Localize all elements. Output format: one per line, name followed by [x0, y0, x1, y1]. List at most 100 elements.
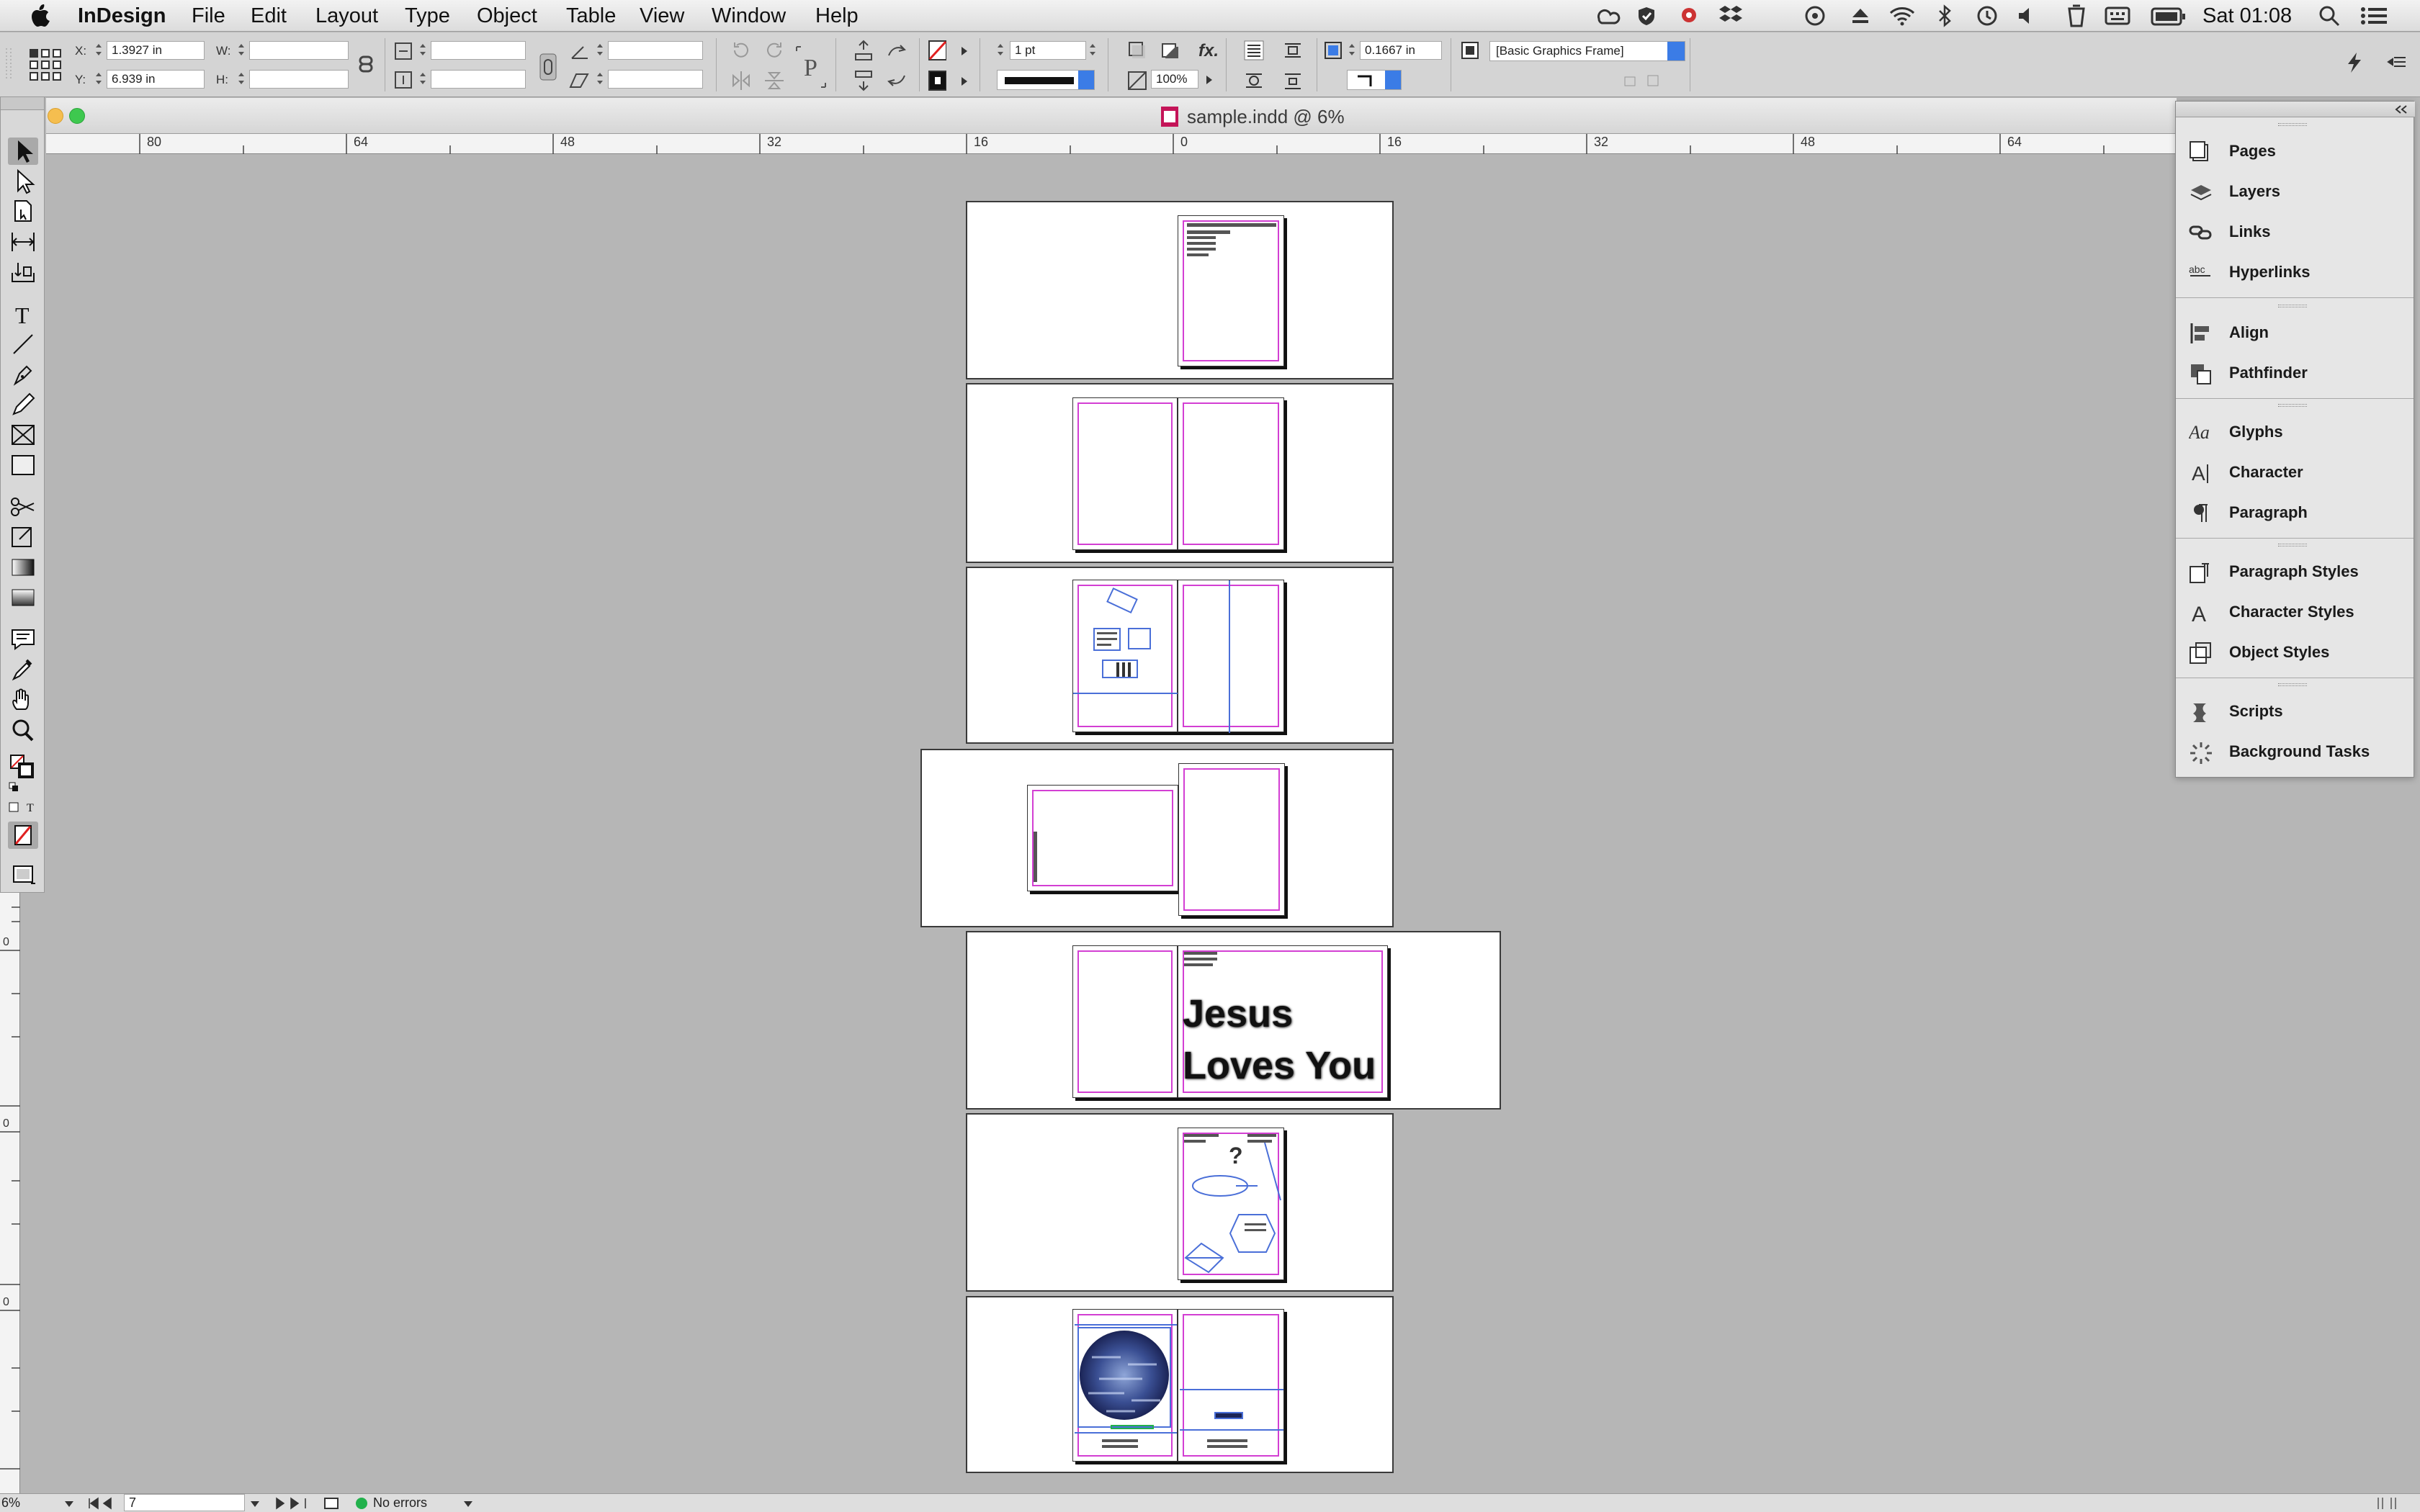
gap-tool[interactable]: [8, 228, 38, 256]
zoom-dropdown-icon[interactable]: [63, 1500, 75, 1508]
hand-tool[interactable]: [8, 686, 38, 714]
y-position-field[interactable]: 6.939 in: [107, 70, 205, 89]
flip-horizontal-icon[interactable]: [730, 70, 752, 91]
spotlight-search-icon[interactable]: [2318, 4, 2341, 27]
battery-icon[interactable]: [2151, 7, 2187, 26]
object-style-select[interactable]: [Basic Graphics Frame]: [1489, 41, 1685, 61]
spread-1[interactable]: [966, 201, 1394, 379]
page-1[interactable]: [1178, 215, 1284, 366]
panel-background-tasks[interactable]: Background Tasks: [2176, 732, 2414, 773]
corner-shape-select[interactable]: [1347, 70, 1402, 90]
spread-6[interactable]: ?: [966, 1113, 1394, 1292]
default-swatches-icon[interactable]: [8, 780, 38, 796]
scale-y-stepper[interactable]: [418, 70, 428, 89]
panel-object-styles[interactable]: Object Styles: [2176, 633, 2414, 673]
eject-icon[interactable]: [1851, 7, 1870, 24]
first-page-icon[interactable]: [86, 1497, 115, 1510]
pencil-tool[interactable]: [8, 391, 38, 418]
app-menu[interactable]: InDesign: [78, 3, 166, 29]
width-field[interactable]: [249, 41, 349, 60]
opacity-field[interactable]: 100%: [1151, 70, 1198, 89]
height-field[interactable]: [249, 70, 349, 89]
shear-stepper[interactable]: [595, 70, 605, 89]
menu-window[interactable]: Window: [712, 3, 786, 29]
page-7[interactable]: [1178, 763, 1285, 916]
constrain-scale-icon[interactable]: [539, 53, 557, 81]
spread-7[interactable]: [966, 1296, 1394, 1473]
panel-pathfinder[interactable]: Pathfinder: [2176, 354, 2414, 394]
clock[interactable]: Sat 01:08: [2202, 3, 2292, 29]
page-4[interactable]: [1072, 580, 1178, 732]
lightning-icon[interactable]: [2344, 51, 2365, 73]
eyedropper-tool[interactable]: [8, 656, 38, 683]
preflight-menu-icon[interactable]: [462, 1500, 474, 1508]
vertical-ruler[interactable]: 0 0 0: [0, 893, 20, 1496]
shield-icon[interactable]: [1636, 6, 1657, 26]
page-9[interactable]: Jesus Loves You: [1178, 945, 1388, 1098]
drop-shadow-icon[interactable]: [1126, 40, 1148, 61]
select-next-object-icon[interactable]: [886, 40, 908, 61]
page-6[interactable]: [1027, 785, 1178, 891]
x-stepper[interactable]: [94, 41, 104, 60]
fill-swatch-none-icon[interactable]: [928, 40, 946, 61]
constrain-proportions-icon[interactable]: [356, 54, 377, 76]
panel-group-grip[interactable]: [2278, 544, 2307, 546]
volume-icon[interactable]: [2017, 6, 2038, 26]
bluetooth-icon[interactable]: [1937, 4, 1952, 27]
stroke-menu-arrow-icon[interactable]: [959, 76, 969, 87]
rotate-counterclockwise-icon[interactable]: [763, 40, 785, 61]
preflight-status[interactable]: No errors: [373, 1495, 427, 1511]
page-3[interactable]: [1178, 397, 1284, 550]
text-wrap-shape-icon[interactable]: [1243, 70, 1265, 91]
text-wrap-jump-icon[interactable]: [1282, 70, 1304, 91]
open-document-icon[interactable]: [323, 1496, 341, 1511]
line-tool[interactable]: [8, 330, 38, 358]
panel-group-grip[interactable]: [2278, 123, 2307, 126]
panel-paragraph-styles[interactable]: Paragraph Styles: [2176, 552, 2414, 593]
page-number-field[interactable]: 7: [124, 1494, 245, 1511]
rotation-field[interactable]: [608, 41, 703, 60]
corner-size-field[interactable]: 0.1667 in: [1360, 41, 1442, 60]
spread-4[interactable]: [920, 749, 1394, 927]
page-dropdown-icon[interactable]: [249, 1500, 261, 1508]
gear-icon[interactable]: [1678, 4, 1700, 26]
panel-menu-icon[interactable]: [2385, 51, 2407, 73]
menu-help[interactable]: Help: [815, 3, 859, 29]
panel-paragraph[interactable]: Paragraph: [2176, 493, 2414, 534]
pen-tool[interactable]: [8, 361, 38, 388]
opacity-arrow-icon[interactable]: [1204, 74, 1214, 86]
rectangle-tool[interactable]: [8, 451, 38, 479]
page-10[interactable]: ?: [1178, 1128, 1284, 1280]
creative-cloud-status-icon[interactable]: [1801, 6, 1829, 26]
panel-character[interactable]: A Character: [2176, 453, 2414, 493]
gradient-swatch-tool[interactable]: [8, 554, 38, 581]
rotation-stepper[interactable]: [595, 41, 605, 60]
horizontal-ruler[interactable]: 80 64 48 32 16 0 16 32 48 64: [46, 134, 2177, 154]
rectangle-frame-tool[interactable]: [8, 421, 38, 449]
y-stepper[interactable]: [94, 70, 104, 89]
tools-panel-header[interactable]: [1, 97, 44, 110]
menu-layout[interactable]: Layout: [315, 3, 378, 29]
fill-menu-arrow-icon[interactable]: [959, 45, 969, 57]
panel-grip-icon[interactable]: [4, 48, 14, 80]
formatting-container-text-icons[interactable]: T: [8, 798, 38, 816]
panel-group-grip[interactable]: [2278, 404, 2307, 407]
gradient-feather-tool[interactable]: [8, 584, 38, 611]
stroke-weight-stepper[interactable]: [995, 41, 1005, 60]
wifi-icon[interactable]: [1888, 6, 1916, 26]
type-tool[interactable]: T: [8, 300, 38, 328]
clear-overrides-icons[interactable]: [1623, 73, 1667, 89]
screen-mode-icon[interactable]: [8, 862, 38, 889]
scissors-tool[interactable]: [8, 493, 38, 521]
minimize-button[interactable]: [48, 108, 63, 124]
panel-scripts[interactable]: Scripts: [2176, 692, 2414, 732]
corner-options-icon[interactable]: [1322, 40, 1344, 61]
panel-dock-header[interactable]: [2176, 102, 2415, 117]
panel-hyperlinks[interactable]: abc Hyperlinks: [2176, 253, 2414, 293]
select-previous-object-icon[interactable]: [886, 70, 908, 91]
menu-object[interactable]: Object: [477, 3, 537, 29]
spread-5[interactable]: Jesus Loves You: [966, 931, 1501, 1110]
panel-group-grip[interactable]: [2278, 305, 2307, 307]
select-content-icon[interactable]: [853, 70, 874, 91]
menu-view[interactable]: View: [640, 3, 684, 29]
